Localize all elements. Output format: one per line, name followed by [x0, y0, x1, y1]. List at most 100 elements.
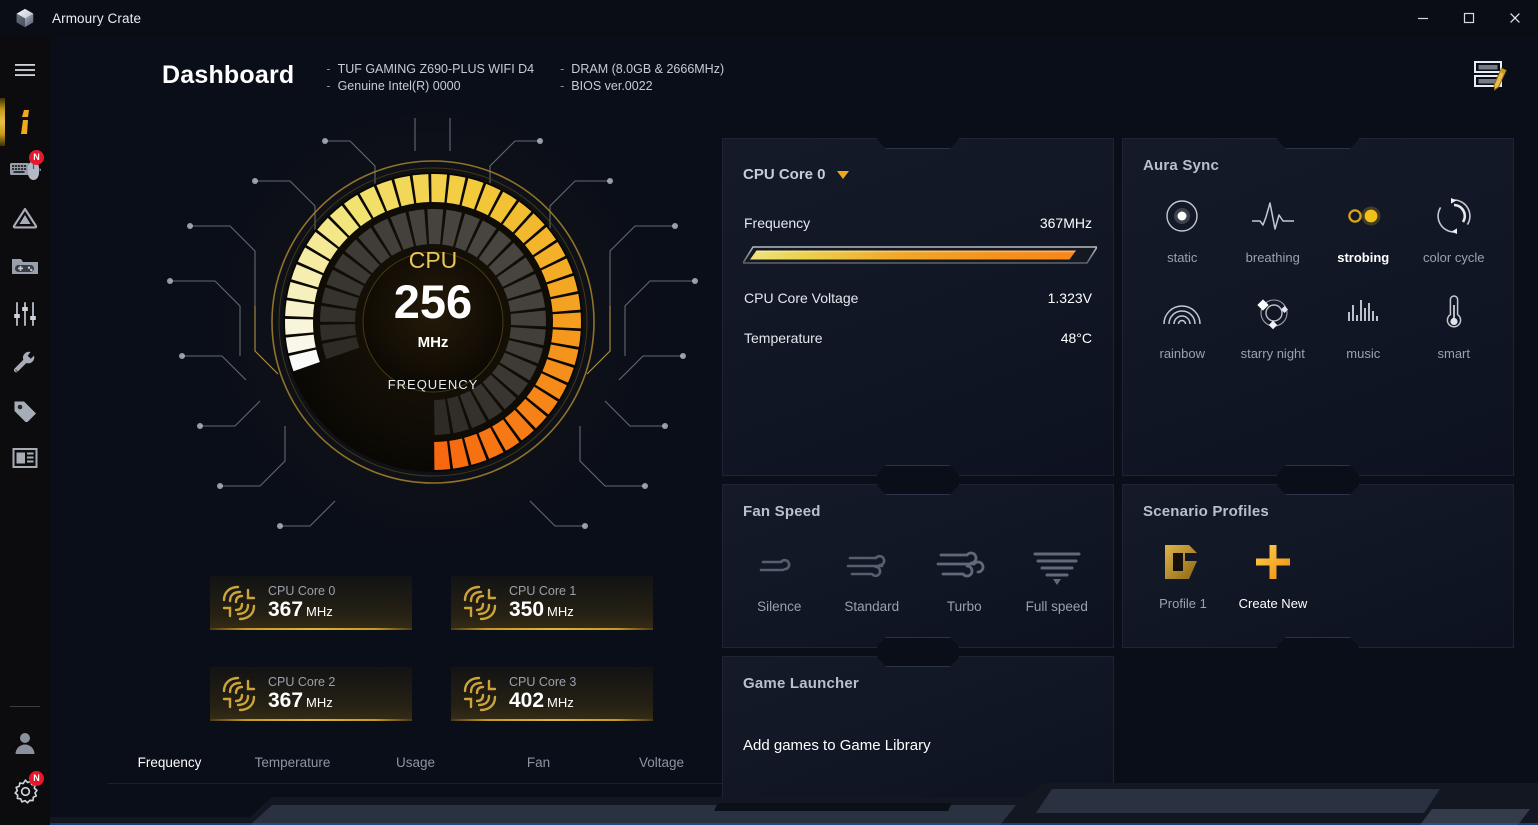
sidebar-item-user-account[interactable]	[0, 719, 50, 767]
cpu-core-cards: CPU Core 0 367 MHz CPU Core 1 350 MHz CP…	[210, 576, 660, 721]
scenario-create-new[interactable]: Create New	[1237, 537, 1309, 611]
cpu-core-unit: MHz	[547, 604, 574, 620]
bullet-dash: -	[326, 79, 331, 93]
cpu-core-unit: MHz	[306, 695, 333, 711]
minimize-button[interactable]	[1400, 0, 1446, 36]
page-header: Dashboard - TUF GAMING Z690-PLUS WIFI D4 …	[162, 52, 724, 93]
aura-effect-grid: static breathing strobing color cycle ra…	[1137, 193, 1499, 361]
cpu-core-selector-label: CPU Core 0	[743, 166, 826, 183]
panel-notch-bottom	[876, 637, 960, 648]
aura-effect-starry-night[interactable]: starry night	[1228, 289, 1319, 361]
sidebar-item-scenario-profiles[interactable]	[0, 290, 50, 338]
aura-effect-color-cycle[interactable]: color cycle	[1409, 193, 1500, 265]
main-content: Dashboard - TUF GAMING Z690-PLUS WIFI D4 …	[50, 36, 1538, 825]
sidebar-item-featured[interactable]	[0, 386, 50, 434]
sidebar-item-game-library[interactable]	[0, 242, 50, 290]
sliders-icon	[14, 302, 36, 326]
fan-mode-full-speed[interactable]: Full speed	[1011, 543, 1104, 614]
panel-notch-bottom	[1276, 637, 1360, 648]
aura-effect-label: breathing	[1245, 250, 1300, 265]
cpu-core-value: 402 MHz	[509, 690, 576, 712]
cpu-core-number: 367	[268, 689, 304, 713]
wind-medium-icon	[842, 543, 902, 589]
aura-effect-static[interactable]: static	[1137, 193, 1228, 265]
sidebar-item-tools[interactable]	[0, 338, 50, 386]
system-info-col-2: - DRAM (8.0GB & 2666MHz) - BIOS ver.0022	[560, 62, 724, 93]
aura-effect-label: smart	[1437, 346, 1471, 361]
fan-mode-turbo[interactable]: Turbo	[918, 543, 1011, 614]
aura-triangle-icon	[12, 207, 38, 229]
scenario-create-new-label: Create New	[1238, 596, 1308, 611]
metric-label: Temperature	[744, 330, 823, 346]
fan-mode-standard[interactable]: Standard	[826, 543, 919, 614]
two-dots-icon	[1340, 193, 1386, 239]
scenario-profile-1[interactable]: Profile 1	[1147, 537, 1219, 611]
gauge-value: 256	[393, 275, 471, 328]
rainbow-arc-icon	[1159, 289, 1205, 335]
panel-notch-top	[1276, 484, 1360, 495]
maximize-button[interactable]	[1446, 0, 1492, 36]
wind-small-icon	[753, 543, 805, 589]
tab-fan[interactable]: Fan	[477, 755, 600, 770]
aura-effect-breathing[interactable]: breathing	[1228, 193, 1319, 265]
edit-layout-pencil-icon[interactable]	[1464, 50, 1516, 100]
close-button[interactable]	[1492, 0, 1538, 36]
bullet-dash: -	[560, 79, 565, 93]
cpu-core-number: 402	[509, 689, 545, 713]
hamburger-menu-icon[interactable]	[0, 50, 50, 90]
fan-mode-label: Standard	[844, 599, 900, 614]
cpu-core-card[interactable]: CPU Core 3 402 MHz	[451, 667, 653, 721]
metric-label: Frequency	[744, 215, 811, 231]
cpu-core-number: 367	[268, 598, 304, 622]
cpu-core-selector[interactable]: CPU Core 0	[743, 166, 849, 183]
aura-sync-panel: Aura Sync static breathing strobing colo…	[1122, 138, 1514, 476]
system-info-text: BIOS ver.0022	[571, 79, 653, 93]
circuit-trace-icon	[218, 673, 260, 715]
news-panel-icon	[12, 448, 38, 468]
fan-mode-label: Turbo	[946, 599, 982, 614]
cpu-core-number: 350	[509, 598, 545, 622]
sidebar-item-news[interactable]	[0, 434, 50, 482]
sidebar-item-settings[interactable]: N	[0, 767, 50, 815]
sidebar-item-device-settings[interactable]: N	[0, 146, 50, 194]
aura-effect-music[interactable]: music	[1318, 289, 1409, 361]
metric-value: 48°C	[1060, 330, 1092, 346]
metric-value: 367MHz	[1039, 215, 1092, 231]
aura-effect-label: static	[1167, 250, 1198, 265]
aura-effect-strobing[interactable]: strobing	[1318, 193, 1409, 265]
cpu-core-value: 367 MHz	[268, 690, 335, 712]
waveform-icon	[1250, 193, 1296, 239]
sidebar-bottom-nav: N	[0, 706, 50, 815]
sidebar-item-dashboard[interactable]	[0, 98, 50, 146]
cpu-core-card[interactable]: CPU Core 2 367 MHz	[210, 667, 412, 721]
cpu-core-text: CPU Core 0 367 MHz	[268, 584, 335, 622]
cpu-core-card[interactable]: CPU Core 0 367 MHz	[210, 576, 412, 630]
fan-mode-grid: Silence Standard Turbo Full speed	[733, 543, 1103, 614]
tab-usage[interactable]: Usage	[354, 755, 477, 770]
fan-mode-silence[interactable]: Silence	[733, 543, 826, 614]
aura-effect-rainbow[interactable]: rainbow	[1137, 289, 1228, 361]
sidebar-item-aura-sync[interactable]	[0, 194, 50, 242]
tab-frequency[interactable]: Frequency	[108, 755, 231, 770]
thermometer-icon	[1439, 289, 1469, 335]
cpu-core-card[interactable]: CPU Core 1 350 MHz	[451, 576, 653, 630]
panel-notch-top	[876, 656, 960, 667]
equalizer-bars-icon	[1342, 289, 1384, 335]
wind-large-icon	[933, 543, 995, 589]
bullet-dash: -	[326, 62, 331, 76]
game-launcher-panel: Game Launcher Add games to Game Library	[722, 656, 1114, 816]
fan-speed-title: Fan Speed	[743, 503, 821, 520]
aura-effect-smart[interactable]: smart	[1409, 289, 1500, 361]
system-info-line: - BIOS ver.0022	[560, 79, 724, 93]
chevron-down-icon[interactable]	[836, 170, 849, 179]
system-info-col-1: - TUF GAMING Z690-PLUS WIFI D4 - Genuine I…	[326, 62, 534, 93]
plus-icon	[1251, 537, 1295, 587]
tab-temperature[interactable]: Temperature	[231, 755, 354, 770]
panel-notch-top	[876, 484, 960, 495]
fan-mode-label: Full speed	[1025, 599, 1088, 614]
sidebar: N N	[0, 36, 50, 825]
cpu-core-detail-panel: CPU Core 0 Frequency 367MHz CPU Core Vol…	[722, 138, 1114, 476]
game-launcher-message[interactable]: Add games to Game Library	[743, 737, 931, 754]
gauge-caption: FREQUENCY	[387, 377, 478, 392]
tab-voltage[interactable]: Voltage	[600, 755, 723, 770]
